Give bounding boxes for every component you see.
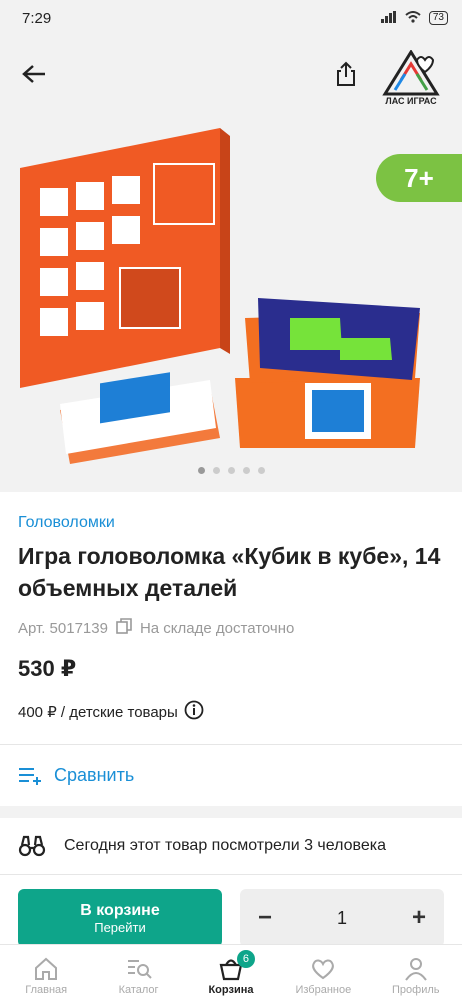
battery-icon: 73	[428, 11, 448, 25]
brand-logo: ЛАС ИГРАС	[376, 42, 446, 106]
tab-label: Избранное	[295, 984, 352, 996]
tab-label: Главная	[25, 984, 68, 996]
product-image	[20, 128, 420, 464]
quantity-stepper: − 1 +	[240, 889, 444, 947]
user-icon	[404, 958, 427, 981]
viewers-notice: Сегодня этот товар посмотрели 3 человека	[0, 818, 462, 874]
copy-icon[interactable]	[116, 618, 132, 638]
binoculars-icon	[18, 835, 46, 857]
product-title: Игра головоломка «Кубик в кубе», 14 объе…	[18, 543, 441, 601]
tab-home[interactable]: Главная	[6, 956, 86, 996]
product-price: 530 ₽	[18, 656, 77, 681]
heart-icon	[312, 959, 335, 980]
gallery-dot[interactable]	[212, 467, 220, 474]
compare-button[interactable]: Сравнить	[0, 745, 462, 806]
subprice-text: 400 ₽ / детские товары	[18, 704, 178, 721]
quantity-value: 1	[336, 907, 347, 928]
tab-catalog[interactable]: Каталог	[99, 956, 179, 996]
home-icon	[35, 957, 58, 980]
gallery-dots	[0, 467, 462, 474]
back-button[interactable]	[18, 58, 50, 90]
tab-label: Корзина	[208, 984, 254, 996]
gallery-dot[interactable]	[242, 467, 250, 474]
brand-name: ЛАС ИГРАС	[385, 96, 437, 106]
gallery-dot[interactable]	[227, 467, 235, 474]
category-link[interactable]: Головоломки	[18, 514, 444, 532]
product-info: Головоломки Игра головоломка «Кубик в ку…	[0, 492, 462, 724]
share-icon	[337, 61, 355, 86]
compare-icon	[19, 767, 41, 785]
gallery-dot[interactable]	[197, 467, 205, 474]
increase-button[interactable]: +	[412, 904, 426, 932]
purchase-actions: В корзине Перейти − 1 +	[0, 874, 462, 947]
tab-label: Каталог	[118, 984, 159, 996]
info-icon[interactable]	[184, 700, 204, 724]
tab-label: Профиль	[392, 984, 440, 996]
subprice: 400 ₽ / детские товары	[18, 700, 444, 724]
arrow-left-icon	[22, 65, 45, 83]
compare-label: Сравнить	[54, 765, 135, 785]
wifi-icon	[405, 10, 421, 27]
stock-status: На складе достаточно	[139, 619, 295, 637]
cart-count-badge: 6	[236, 950, 255, 968]
brand-logo-icon	[382, 50, 440, 96]
catalog-icon	[127, 960, 152, 979]
bottom-nav: Главная Каталог 6 Корзина Избранное Проф…	[0, 944, 462, 1000]
status-time: 7:29	[22, 9, 52, 27]
article-number: Арт. 5017139	[18, 619, 108, 637]
tab-favorites[interactable]: Избранное	[283, 956, 363, 996]
gallery-dot[interactable]	[257, 467, 265, 474]
share-button[interactable]	[330, 58, 362, 90]
product-meta: Арт. 5017139 На складе достаточно	[18, 618, 444, 638]
viewers-text: Сегодня этот товар посмотрели 3 человека	[64, 837, 387, 854]
tab-cart[interactable]: 6 Корзина	[191, 950, 271, 996]
in-cart-button[interactable]: В корзине Перейти	[18, 889, 222, 947]
status-bar: 7:29 73	[0, 0, 462, 36]
go-to-cart-label: Перейти	[94, 919, 146, 935]
in-cart-label: В корзине	[80, 901, 160, 919]
tab-profile[interactable]: Профиль	[376, 956, 456, 996]
decrease-button[interactable]: −	[258, 904, 272, 932]
section-separator	[0, 806, 462, 818]
signal-icon	[380, 10, 397, 27]
product-gallery[interactable]: ЛАС ИГРАС 7+	[0, 36, 462, 492]
